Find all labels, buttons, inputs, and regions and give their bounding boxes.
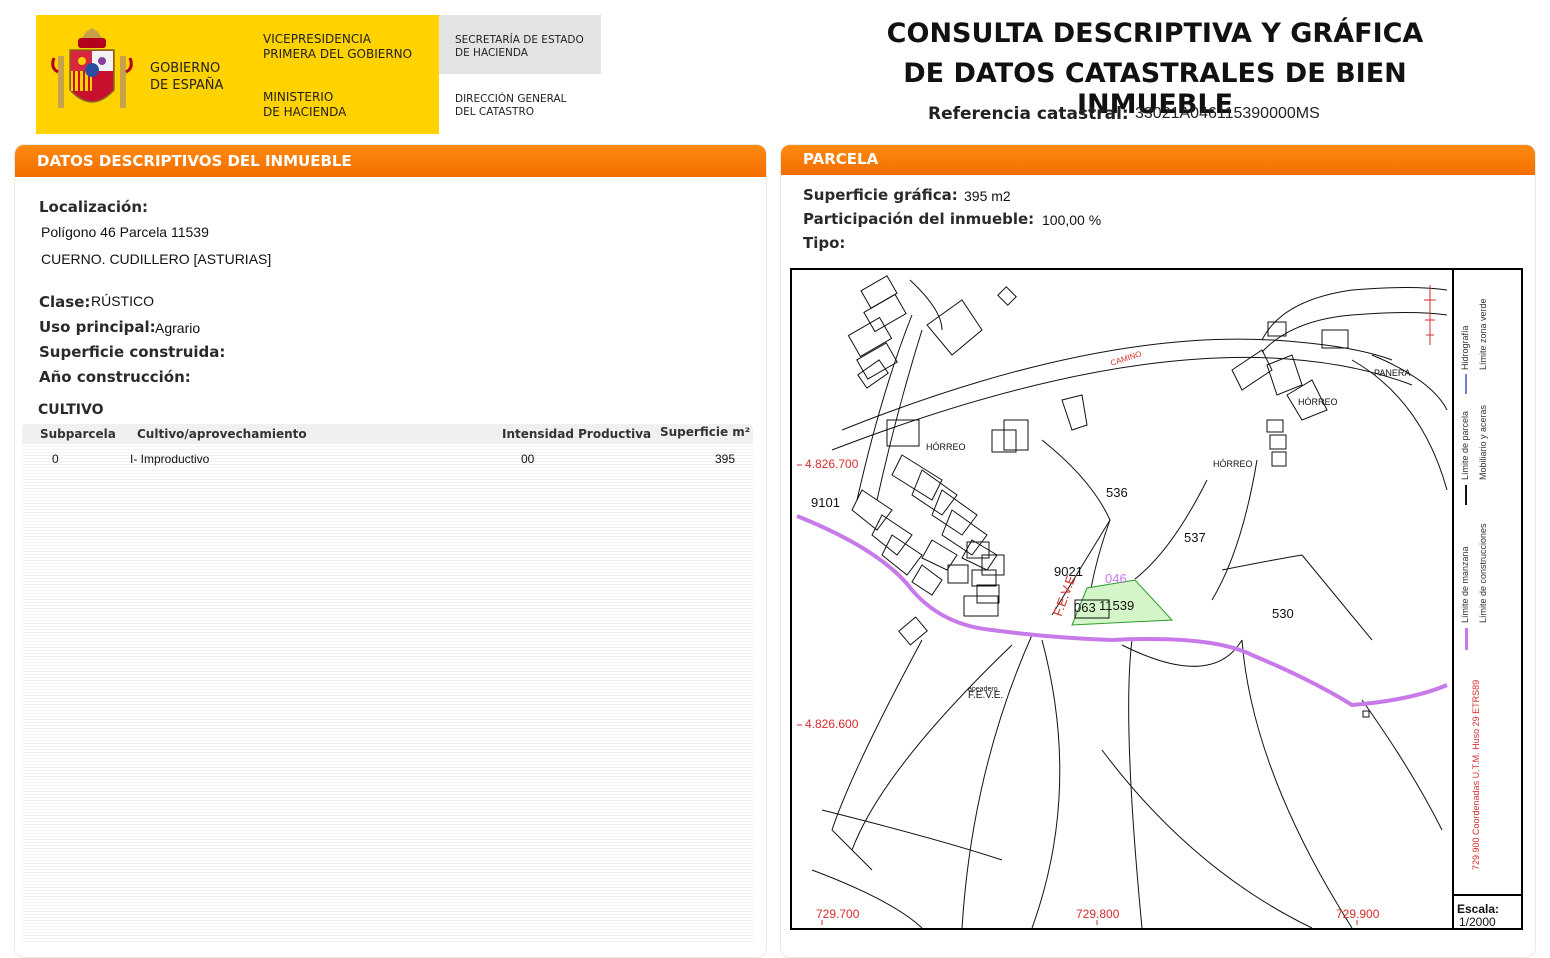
vice-presidency: VICEPRESIDENCIA PRIMERA DEL GOBIERNO — [263, 32, 413, 61]
participation-label: Participación del inmueble: — [803, 210, 1035, 228]
surface-label: Superficie gráfica: — [803, 186, 958, 204]
coat-of-arms-icon — [51, 28, 133, 108]
legend-zona-verde: Límite zona verde — [1478, 298, 1488, 370]
coord-y-2: 4.826.600 — [805, 717, 859, 731]
legend-hidrografia-swatch — [1465, 374, 1467, 394]
map-label-horreo-2: HÓRREO — [926, 442, 966, 452]
legend-hidrografia: Hidrografía — [1460, 325, 1470, 370]
class-label: Clase: — [39, 293, 91, 311]
legend-parcela-swatch — [1465, 485, 1467, 505]
cultivo-table-body — [22, 444, 753, 944]
parcela-heading: PARCELA — [781, 145, 1535, 175]
map-label-9101: 9101 — [811, 495, 840, 510]
map-label-063: 063 — [1074, 600, 1096, 615]
page-title-line1: CONSULTA DESCRIPTIVA Y GRÁFICA — [886, 18, 1424, 49]
map-label-feve-station: F.E.V.E. — [968, 690, 1004, 701]
surface-value: 395 m2 — [964, 188, 1011, 204]
row-intensidad: 00 — [521, 452, 535, 466]
built-area-label: Superficie construida: — [39, 343, 226, 361]
map-label-536: 536 — [1106, 485, 1128, 500]
legend-parcela: Límite de parcela — [1460, 410, 1470, 480]
location-line2: CUERNO. CUDILLERO [ASTURIAS] — [41, 251, 272, 267]
scale-label: Escala: — [1457, 902, 1500, 916]
scale-value: 1/2000 — [1459, 915, 1496, 929]
secretary-name: SECRETARÍA DE ESTADO DE HACIENDA — [455, 34, 584, 59]
class-value: RÚSTICO — [91, 293, 154, 309]
map-label-530: 530 — [1272, 606, 1294, 621]
coord-x-1: 729.700 — [816, 907, 860, 921]
coord-y-1: 4.826.700 — [805, 457, 859, 471]
row-superficie: 395 — [715, 452, 736, 466]
legend-construcciones: Límite de construcciones — [1478, 523, 1488, 623]
legend-utm: 729.900 Coordenadas U.T.M. Huso 29 ETRS8… — [1471, 679, 1481, 870]
row-subparcela: 0 — [52, 452, 59, 466]
col-intensidad: Intensidad Productiva — [502, 427, 652, 441]
location-line1: Polígono 46 Parcela 11539 — [41, 224, 209, 240]
map-label-11539: 11539 — [1099, 598, 1135, 613]
north-arrow-icon — [1424, 285, 1436, 345]
map-label-537: 537 — [1184, 530, 1206, 545]
legend-manzana-swatch — [1465, 628, 1468, 650]
use-value: Agrario — [155, 320, 201, 336]
use-label: Uso principal: — [39, 318, 156, 336]
coord-x-2: 729.800 — [1076, 907, 1120, 921]
ref-label: Referencia catastral: — [928, 104, 1129, 124]
participation-value: 100,00 % — [1042, 212, 1102, 228]
col-subparcela: Subparcela — [40, 427, 116, 441]
map-label-panera: PANERA — [1374, 368, 1411, 378]
legend-mobiliario: Mobiliario y aceras — [1478, 404, 1488, 480]
col-cultivo: Cultivo/aprovechamiento — [137, 427, 307, 441]
type-label: Tipo: — [803, 234, 846, 252]
location-label: Localización: — [39, 198, 149, 216]
directorate-name: DIRECCIÓN GENERAL DEL CATASTRO — [455, 93, 567, 118]
scale-separator — [1454, 894, 1522, 896]
cultivo-heading: CULTIVO — [38, 402, 104, 418]
legend-manzana: Límite de manzana — [1460, 546, 1470, 623]
gov-name: GOBIERNO DE ESPAÑA — [150, 61, 224, 93]
year-label: Año construcción: — [39, 368, 191, 386]
descriptive-heading: DATOS DESCRIPTIVOS DEL INMUEBLE — [15, 145, 766, 177]
legend-separator — [1452, 270, 1454, 928]
ministry-name: MINISTERIO DE HACIENDA — [263, 90, 347, 119]
coord-x-3: 729.900 — [1336, 907, 1380, 921]
col-superficie: Superficie m² — [660, 425, 751, 439]
map-label-046: 046 — [1105, 571, 1127, 586]
row-cultivo: I- Improductivo — [130, 452, 210, 466]
map-label-horreo-3: HÓRREO — [1213, 459, 1253, 469]
map-label-horreo-1: HÓRREO — [1298, 397, 1338, 407]
ref-value: 33021A046115390000MS — [1135, 105, 1320, 122]
